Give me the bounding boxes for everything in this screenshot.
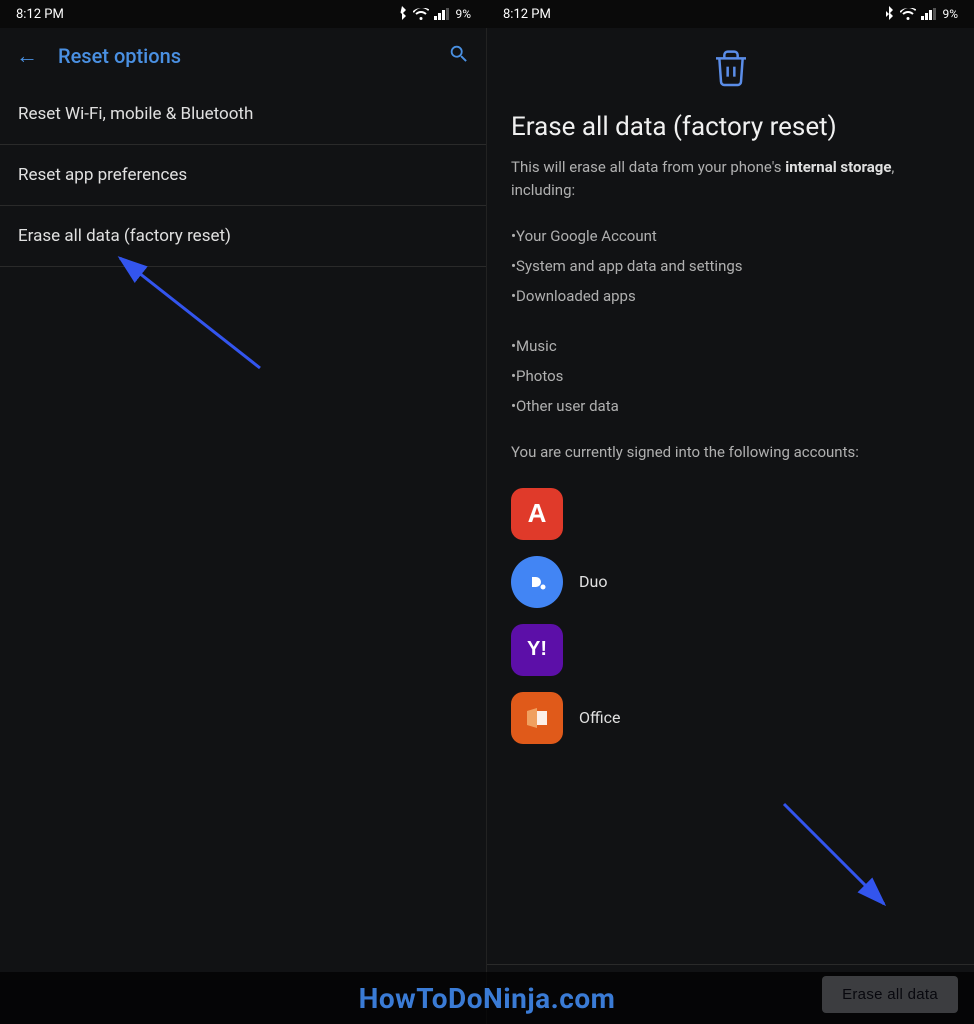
menu-item-wifi[interactable]: Reset Wi-Fi, mobile & Bluetooth [0, 84, 486, 145]
duo-icon [511, 556, 563, 608]
search-icon [448, 43, 470, 65]
bluetooth-icon [396, 6, 408, 22]
account-adobe: A [511, 480, 950, 548]
list-item: •Your Google Account [511, 221, 950, 251]
right-content: Erase all data (factory reset) This will… [487, 28, 974, 964]
left-status-bar: 8:12 PM 9% [0, 0, 487, 28]
menu-item-factory-reset[interactable]: Erase all data (factory reset) [0, 206, 486, 267]
signal-icon [434, 8, 450, 20]
left-header: ← Reset options [0, 28, 486, 84]
account-yahoo: Y! [511, 616, 950, 684]
right-panel: Erase all data (factory reset) This will… [487, 28, 974, 1024]
office-label: Office [579, 708, 621, 727]
watermark: HowToDoNinja.com [0, 972, 974, 1024]
bt-icon-r [883, 6, 895, 22]
left-panel: ← Reset options Reset Wi-Fi, mobile & Bl… [0, 28, 487, 1024]
trash-icon [511, 48, 950, 100]
left-battery: 9% [455, 7, 471, 21]
erase-list: •Your Google Account •System and app dat… [511, 221, 950, 421]
list-item: •Photos [511, 361, 950, 391]
page-title: Reset options [58, 44, 428, 68]
list-item: •Music [511, 331, 950, 361]
search-button[interactable] [440, 35, 478, 78]
signal-icon-r [921, 8, 937, 20]
right-battery: 9% [942, 7, 958, 21]
adobe-icon: A [511, 488, 563, 540]
watermark-text: HowToDoNinja.com [359, 982, 616, 1015]
right-time: 8:12 PM [503, 7, 551, 22]
erase-description: This will erase all data from your phone… [511, 156, 950, 201]
account-office: Office [511, 684, 950, 752]
list-item: •System and app data and settings [511, 251, 950, 281]
account-duo: Duo [511, 548, 950, 616]
duo-label: Duo [579, 572, 607, 591]
back-button[interactable]: ← [8, 35, 46, 77]
accounts-text: You are currently signed into the follow… [511, 441, 950, 464]
wifi-icon [413, 8, 429, 20]
erase-title: Erase all data (factory reset) [511, 112, 950, 142]
list-item: •Downloaded apps [511, 281, 950, 311]
right-status-bar: 8:12 PM 9% [487, 0, 974, 28]
yahoo-icon: Y! [511, 624, 563, 676]
wifi-icon-r [900, 8, 916, 20]
office-icon [511, 692, 563, 744]
left-time: 8:12 PM [16, 7, 64, 22]
list-item: •Other user data [511, 391, 950, 421]
menu-item-app-prefs[interactable]: Reset app preferences [0, 145, 486, 206]
